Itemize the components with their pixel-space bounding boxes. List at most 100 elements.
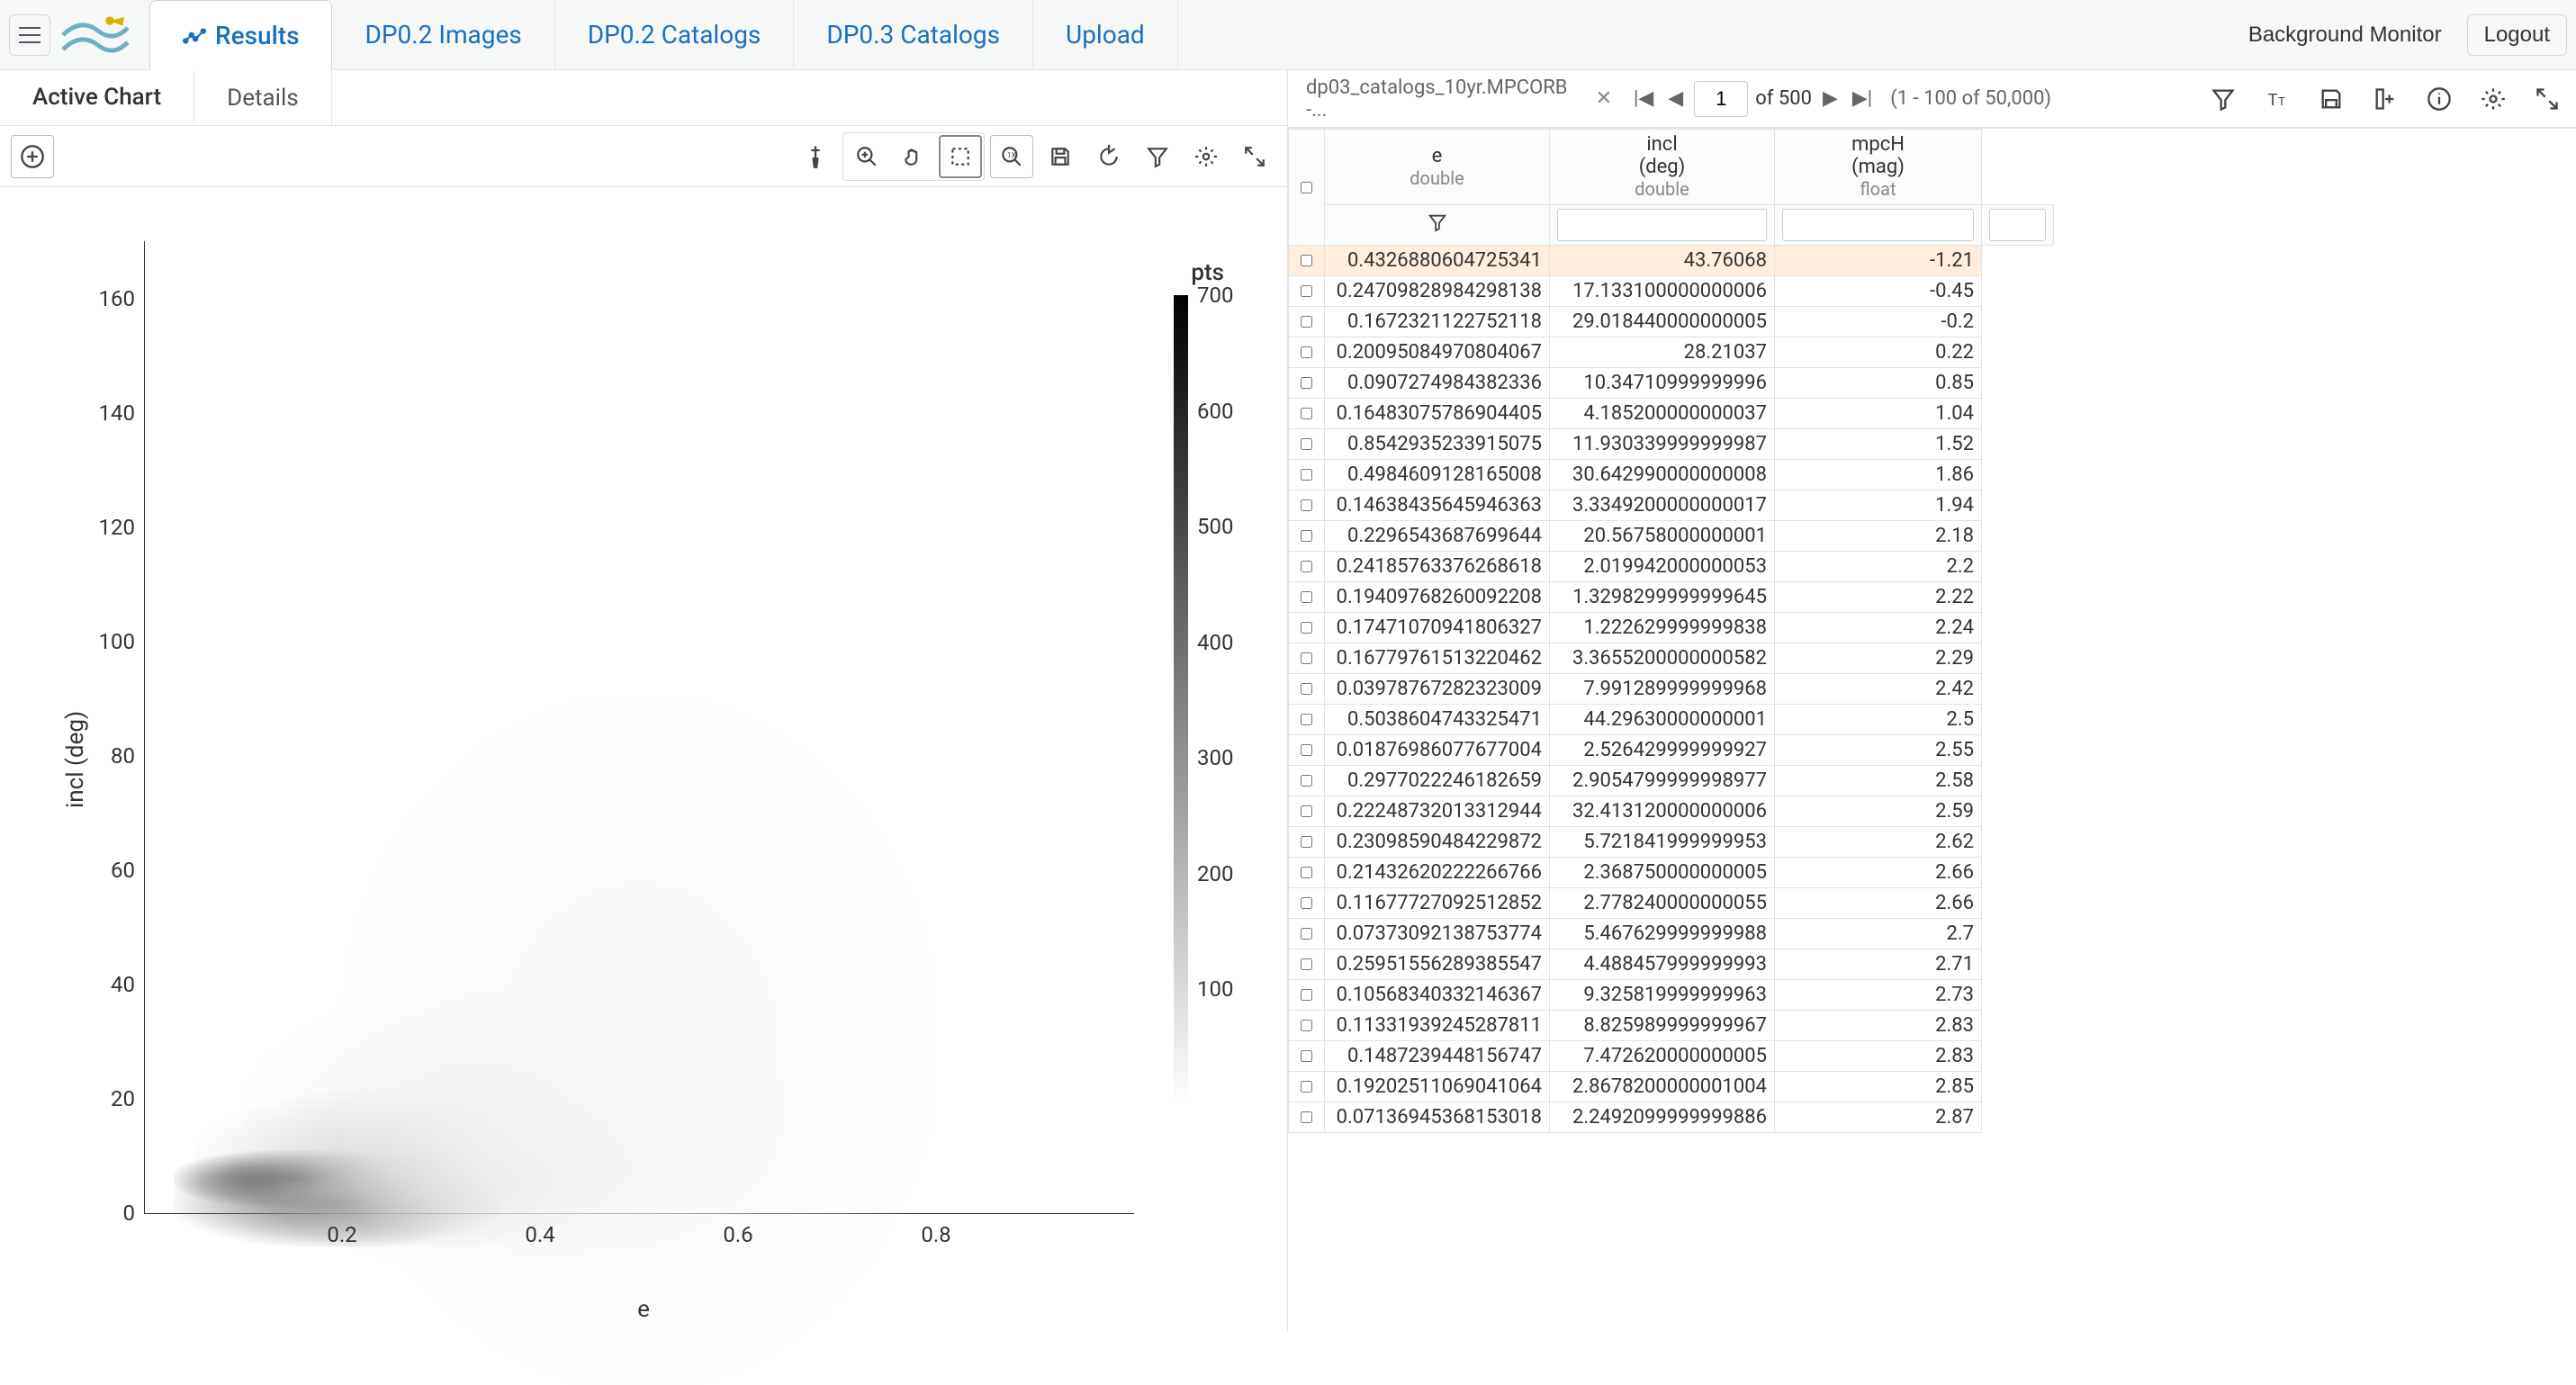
table-row[interactable]: 0.229654368769964420.567580000000012.18 xyxy=(1289,521,2054,552)
table-row[interactable]: 0.174710709418063271.2226299999998382.24 xyxy=(1289,613,2054,643)
table-save-icon[interactable] xyxy=(2311,79,2351,119)
row-checkbox[interactable] xyxy=(1289,766,1325,796)
table-settings-icon[interactable] xyxy=(2473,79,2513,119)
select-box-button[interactable] xyxy=(939,135,982,178)
table-row[interactable]: 0.167797615132204623.36552000000005822.2… xyxy=(1289,643,2054,674)
col-filter-mpcH[interactable] xyxy=(1982,205,2054,246)
table-row[interactable]: 0.14872394481567477.4726200000000052.83 xyxy=(1289,1041,2054,1072)
table-expand-icon[interactable] xyxy=(2527,79,2567,119)
table-row[interactable]: 0.164830757869044054.1852000000000371.04 xyxy=(1289,399,2054,429)
row-checkbox[interactable] xyxy=(1289,246,1325,276)
col-filter-incl[interactable] xyxy=(1775,205,1982,246)
data-table[interactable]: edoubleincl(deg)doublempcH(mag)float 0.4… xyxy=(1288,129,2054,1133)
row-checkbox[interactable] xyxy=(1289,337,1325,368)
pan-button[interactable] xyxy=(892,135,935,178)
table-row[interactable]: 0.113319392452878118.8259899999999672.83 xyxy=(1289,1011,2054,1041)
nav-tab-dp0-2-images[interactable]: DP0.2 Images xyxy=(332,0,554,69)
zoom-in-button[interactable] xyxy=(845,135,888,178)
table-row[interactable]: 0.2224873201331294432.4131200000000062.5… xyxy=(1289,796,2054,827)
pager-prev-icon[interactable]: ◀ xyxy=(1664,84,1687,113)
row-checkbox[interactable] xyxy=(1289,888,1325,919)
expand-button[interactable] xyxy=(1233,135,1276,178)
table-row[interactable]: 0.503860474332547144.296300000000012.5 xyxy=(1289,705,2054,735)
row-checkbox[interactable] xyxy=(1289,429,1325,460)
subtab-details[interactable]: Details xyxy=(194,70,332,125)
row-checkbox[interactable] xyxy=(1289,368,1325,399)
row-checkbox[interactable] xyxy=(1289,858,1325,888)
table-row[interactable]: 0.29770222461826592.90547999999989772.58 xyxy=(1289,766,2054,796)
nav-tab-results[interactable]: Results xyxy=(149,0,332,70)
row-checkbox[interactable] xyxy=(1289,1072,1325,1102)
table-row[interactable]: 0.259515562893855474.4884579999999932.71 xyxy=(1289,949,2054,980)
row-checkbox[interactable] xyxy=(1289,949,1325,980)
pager-page-input[interactable] xyxy=(1694,81,1748,117)
table-row[interactable]: 0.194097682600922081.32982999999996452.2… xyxy=(1289,582,2054,613)
table-text-icon[interactable]: TT xyxy=(2257,79,2297,119)
menu-button[interactable] xyxy=(9,14,50,56)
table-row[interactable]: 0.2009508497080406728.210370.22 xyxy=(1289,337,2054,368)
table-row[interactable]: 0.167232112275211829.018440000000005-0.2 xyxy=(1289,307,2054,337)
row-checkbox[interactable] xyxy=(1289,307,1325,337)
nav-tab-dp0-3-catalogs[interactable]: DP0.3 Catalogs xyxy=(794,0,1033,69)
subtab-active-chart[interactable]: Active Chart xyxy=(0,70,194,125)
settings-button[interactable] xyxy=(1184,135,1228,178)
row-checkbox[interactable] xyxy=(1289,643,1325,674)
col-header-incl[interactable]: incl(deg)double xyxy=(1550,130,1775,205)
row-filter-icon[interactable] xyxy=(1325,205,1550,246)
table-row[interactable]: 0.192025110690410642.86782000000010042.8… xyxy=(1289,1072,2054,1102)
filter-input-mpcH[interactable] xyxy=(1989,209,2046,241)
table-addcol-icon[interactable] xyxy=(2365,79,2405,119)
background-monitor-link[interactable]: Background Monitor xyxy=(2232,15,2458,55)
table-row[interactable]: 0.2470982898429813817.133100000000006-0.… xyxy=(1289,276,2054,307)
pager-next-icon[interactable]: ▶ xyxy=(1819,84,1842,113)
nav-tab-dp0-2-catalogs[interactable]: DP0.2 Catalogs xyxy=(555,0,795,69)
pin-button[interactable] xyxy=(794,135,837,178)
row-checkbox[interactable] xyxy=(1289,552,1325,582)
table-tab[interactable]: dp03_catalogs_10yr.MPCORB -... ✕ xyxy=(1297,71,1621,127)
table-row[interactable]: 0.018769860776770042.5264299999999272.55 xyxy=(1289,735,2054,766)
filter-input-incl[interactable] xyxy=(1782,209,1974,241)
row-checkbox[interactable] xyxy=(1289,827,1325,858)
row-checkbox[interactable] xyxy=(1289,613,1325,643)
table-row[interactable]: 0.241857633762686182.0199420000000532.2 xyxy=(1289,552,2054,582)
save-button[interactable] xyxy=(1039,135,1082,178)
col-header-e[interactable]: edouble xyxy=(1325,130,1550,205)
row-checkbox[interactable] xyxy=(1289,1011,1325,1041)
row-checkbox[interactable] xyxy=(1289,674,1325,705)
table-row[interactable]: 0.498460912816500830.6429900000000081.86 xyxy=(1289,460,2054,490)
table-row[interactable]: 0.432688060472534143.76068-1.21 xyxy=(1289,246,2054,276)
table-row[interactable]: 0.146384356459463633.33492000000000171.9… xyxy=(1289,490,2054,521)
table-row[interactable]: 0.090727498438233610.347109999999960.85 xyxy=(1289,368,2054,399)
reload-button[interactable] xyxy=(1087,135,1130,178)
row-checkbox[interactable] xyxy=(1289,735,1325,766)
row-checkbox[interactable] xyxy=(1289,1041,1325,1072)
filter-button[interactable] xyxy=(1136,135,1179,178)
table-row[interactable]: 0.854293523391507511.9303399999999871.52 xyxy=(1289,429,2054,460)
select-all-checkbox[interactable] xyxy=(1289,130,1325,246)
table-row[interactable]: 0.214326202222667662.3687500000000052.66 xyxy=(1289,858,2054,888)
table-row[interactable]: 0.071369453681530182.24920999999998862.8… xyxy=(1289,1102,2054,1133)
row-checkbox[interactable] xyxy=(1289,919,1325,949)
add-chart-button[interactable] xyxy=(11,135,54,178)
table-row[interactable]: 0.039787672823230097.9912899999999682.42 xyxy=(1289,674,2054,705)
row-checkbox[interactable] xyxy=(1289,399,1325,429)
row-checkbox[interactable] xyxy=(1289,582,1325,613)
table-filter-icon[interactable] xyxy=(2203,79,2243,119)
table-row[interactable]: 0.105683403321463679.3258199999999632.73 xyxy=(1289,980,2054,1011)
row-checkbox[interactable] xyxy=(1289,796,1325,827)
table-row[interactable]: 0.230985904842298725.7218419999999532.62 xyxy=(1289,827,2054,858)
logout-button[interactable]: Logout xyxy=(2467,14,2567,56)
row-checkbox[interactable] xyxy=(1289,521,1325,552)
filter-input-e[interactable] xyxy=(1557,209,1767,241)
row-checkbox[interactable] xyxy=(1289,490,1325,521)
table-row[interactable]: 0.073730921387537745.4676299999999882.7 xyxy=(1289,919,2054,949)
zoom-reset-button[interactable]: 1X xyxy=(990,135,1033,178)
row-checkbox[interactable] xyxy=(1289,276,1325,307)
chart-area[interactable]: 020406080100120140160 0.20.40.60.8 incl … xyxy=(0,187,1287,1332)
row-checkbox[interactable] xyxy=(1289,705,1325,735)
pager-last-icon[interactable]: ▶| xyxy=(1849,84,1876,113)
close-tab-icon[interactable]: ✕ xyxy=(1596,87,1612,110)
col-filter-e[interactable] xyxy=(1550,205,1775,246)
nav-tab-upload[interactable]: Upload xyxy=(1033,0,1178,69)
col-header-mpcH[interactable]: mpcH(mag)float xyxy=(1775,130,1982,205)
